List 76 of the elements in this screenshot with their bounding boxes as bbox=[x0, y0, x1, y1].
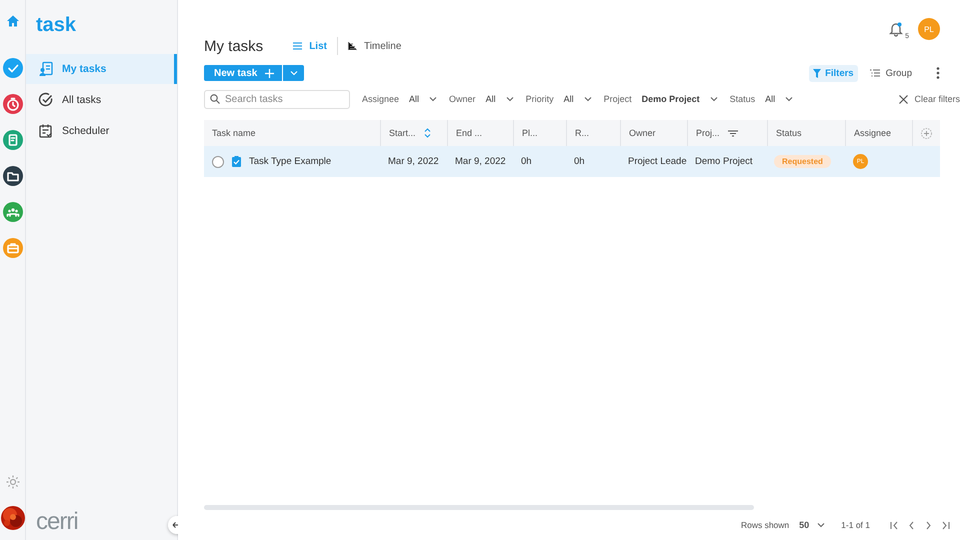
group-button[interactable]: Group bbox=[870, 68, 912, 78]
table-cell: Mar 9, 2022 bbox=[388, 156, 439, 167]
row-checkbox[interactable] bbox=[212, 156, 224, 168]
filter-label: Status bbox=[730, 94, 756, 104]
page-range: 1-1 of 1 bbox=[841, 520, 870, 530]
table-cell: Task Type Example bbox=[249, 156, 332, 167]
next-page-icon[interactable] bbox=[924, 520, 933, 530]
home-icon[interactable] bbox=[6, 14, 20, 28]
chevron-down-icon bbox=[785, 95, 794, 103]
chevron-down-icon bbox=[710, 95, 718, 103]
column-header[interactable]: Pl... bbox=[522, 128, 538, 138]
chevron-down-icon bbox=[506, 95, 514, 103]
filter-dropdown[interactable]: All bbox=[765, 94, 794, 104]
filter-label: Assignee bbox=[362, 94, 400, 104]
filter-icon[interactable] bbox=[728, 130, 738, 136]
document-icon[interactable] bbox=[2, 130, 22, 150]
filter-dropdown[interactable]: Demo Project bbox=[642, 94, 718, 104]
column-header[interactable]: Task name bbox=[212, 128, 256, 138]
more-icon[interactable] bbox=[936, 67, 940, 79]
column-header[interactable]: R... bbox=[575, 128, 590, 138]
chevron-down-icon bbox=[429, 95, 438, 103]
rows-dropdown[interactable]: 50 bbox=[799, 520, 826, 530]
table-cell: Project Leade bbox=[628, 156, 687, 167]
nav-item[interactable]: All tasks bbox=[26, 85, 177, 115]
filter-dropdown[interactable]: All bbox=[486, 94, 514, 104]
bell-icon[interactable] bbox=[888, 21, 904, 37]
search-field[interactable]: Search tasks bbox=[204, 90, 350, 108]
timer-icon[interactable] bbox=[2, 94, 22, 114]
table-cell: 0h bbox=[521, 156, 532, 167]
view-tab[interactable]: Timeline bbox=[338, 40, 412, 52]
filter-label: Project bbox=[604, 94, 632, 104]
rows-shown-label: Rows shown bbox=[740, 520, 790, 530]
list-icon bbox=[293, 42, 302, 50]
filter-label: Owner bbox=[449, 94, 476, 104]
funnel-icon bbox=[813, 68, 822, 78]
filter-label: Priority bbox=[526, 94, 554, 104]
folder-icon[interactable] bbox=[2, 166, 22, 186]
nav-item[interactable]: Scheduler bbox=[26, 116, 177, 146]
calendar-icon bbox=[38, 123, 54, 139]
brand-logo: cerri bbox=[35, 508, 78, 537]
sort-icon[interactable] bbox=[424, 128, 431, 138]
plus-icon bbox=[265, 68, 274, 78]
clipboard-check-icon bbox=[232, 156, 241, 167]
column-header[interactable]: Owner bbox=[629, 128, 656, 138]
chevron-down-icon bbox=[817, 521, 826, 529]
column-header[interactable]: Proj... bbox=[696, 128, 720, 138]
filter-dropdown[interactable]: All bbox=[564, 94, 592, 104]
column-header[interactable]: Status bbox=[776, 128, 802, 138]
app-name: task bbox=[35, 13, 78, 38]
dropdown-button[interactable] bbox=[282, 65, 304, 81]
clear-filters-button[interactable]: Clear filters bbox=[899, 94, 960, 104]
scrollbar[interactable] bbox=[204, 505, 754, 510]
filter-dropdown[interactable]: All bbox=[409, 94, 438, 104]
table-cell: Demo Project bbox=[695, 156, 753, 167]
timeline-icon bbox=[348, 42, 357, 50]
previous-page-icon[interactable] bbox=[907, 520, 916, 530]
first-page-icon[interactable] bbox=[890, 520, 899, 530]
status-badge: Requested bbox=[774, 155, 831, 168]
group-list-icon bbox=[870, 69, 880, 77]
check-circle-icon bbox=[38, 92, 54, 108]
column-header[interactable]: Assignee bbox=[854, 128, 892, 138]
close-icon bbox=[899, 94, 908, 104]
last-page-icon[interactable] bbox=[941, 520, 950, 530]
chevron-down-icon bbox=[584, 95, 592, 103]
person-document-icon bbox=[38, 61, 54, 77]
check-icon[interactable] bbox=[2, 58, 22, 78]
table-cell: Mar 9, 2022 bbox=[455, 156, 506, 167]
chevron-down-icon bbox=[290, 69, 298, 77]
table-cell: 0h bbox=[574, 156, 585, 167]
page-title: My tasks bbox=[204, 38, 264, 54]
column-header[interactable]: Start... bbox=[389, 128, 416, 138]
add-column-icon[interactable] bbox=[921, 128, 932, 138]
team-icon[interactable] bbox=[2, 202, 22, 222]
column-header[interactable]: End ... bbox=[456, 128, 482, 138]
briefcase-icon[interactable] bbox=[2, 238, 22, 258]
search-icon bbox=[210, 94, 220, 104]
